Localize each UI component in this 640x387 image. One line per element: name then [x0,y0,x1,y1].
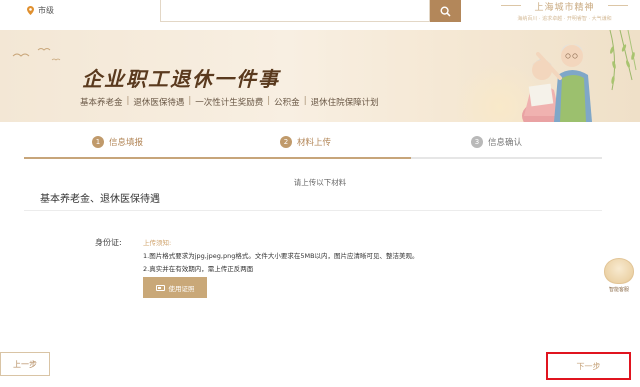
id-card-icon [155,284,165,291]
progress-fill [24,157,412,159]
search-button[interactable] [430,0,461,22]
service-item-housing-fund: 公积金 [274,98,300,108]
service-separator: | [267,96,271,106]
search-icon [440,5,451,17]
service-item-medical: 退休医保待遇 [133,98,185,108]
brand-name: 上海城市精神 [534,3,595,13]
banner-title: 企业职工退休一件事 [82,67,280,91]
progress-steps: 1 信息填报 2 材料上传 3 信息确认 [24,132,602,162]
step-label: 信息确认 [488,138,523,148]
location-label: 市级 [38,6,54,15]
previous-step-button[interactable]: 上一步 [0,352,50,376]
service-separator: | [126,96,130,106]
elderly-couple-illustration [522,30,637,122]
hero-banner: 企业职工退休一件事 基本养老金 | 退休医保待遇 | 一次性计生奖励费 | 公积… [0,30,640,122]
step-material-upload: 2 材料上传 [280,136,331,148]
step-info-fill: 1 信息填报 [92,136,143,148]
service-separator: | [303,96,307,106]
progress-track [24,157,602,159]
upload-note-line: 2.真实并在有效期内，需上传正反两面 [143,265,254,273]
brand-divider-right [608,5,628,6]
service-separator: | [188,96,192,106]
use-license-label: 使用证照 [168,284,195,293]
top-bar: 市级 上海城市精神 海纳百川 · 追求卓越 · 开明睿智 · 大气谦和 [0,0,640,30]
service-item-family-award: 一次性计生奖励费 [195,98,264,108]
upload-note-line: 1.图片格式要求为jpg,jpeg,png格式。文件大小要求在5MB以内，图片应… [143,252,419,260]
step-number: 2 [280,136,292,148]
upload-hint: 请上传以下材料 [293,178,347,187]
step-label: 信息填报 [109,138,144,148]
step-number: 1 [92,136,104,148]
step-number: 3 [471,136,483,148]
upload-notes-title: 上传须知: [143,239,172,247]
location-pin-icon [27,6,34,15]
section-title: 基本养老金、退休医保待遇 [40,194,160,205]
city-spirit-brand: 上海城市精神 海纳百川 · 追求卓越 · 开明睿智 · 大气谦和 [497,0,632,22]
birds-decoration-icon [12,48,61,61]
search-input[interactable] [160,0,430,22]
banner-service-list: 基本养老金 | 退休医保待遇 | 一次性计生奖励费 | 公积金 | 退休住院保障… [80,96,379,108]
smart-assistant[interactable]: 智能客服 [602,258,636,300]
step-info-confirm: 3 信息确认 [471,136,522,148]
next-step-button[interactable]: 下一步 [546,352,631,380]
service-item-pension: 基本养老金 [80,98,123,108]
assistant-label: 智能客服 [608,287,629,293]
id-card-label: 身份证: [95,238,122,247]
brand-divider-left [501,5,521,6]
location-selector[interactable]: 市级 [27,5,54,16]
step-label: 材料上传 [297,138,332,148]
use-license-button[interactable]: 使用证照 [143,277,207,298]
steamed-bun-mascot-icon [604,258,634,284]
service-item-hospital-plan: 退休住院保障计划 [310,98,379,108]
section-divider [24,210,602,211]
brand-slogan: 海纳百川 · 追求卓越 · 开明睿智 · 大气谦和 [517,16,612,22]
